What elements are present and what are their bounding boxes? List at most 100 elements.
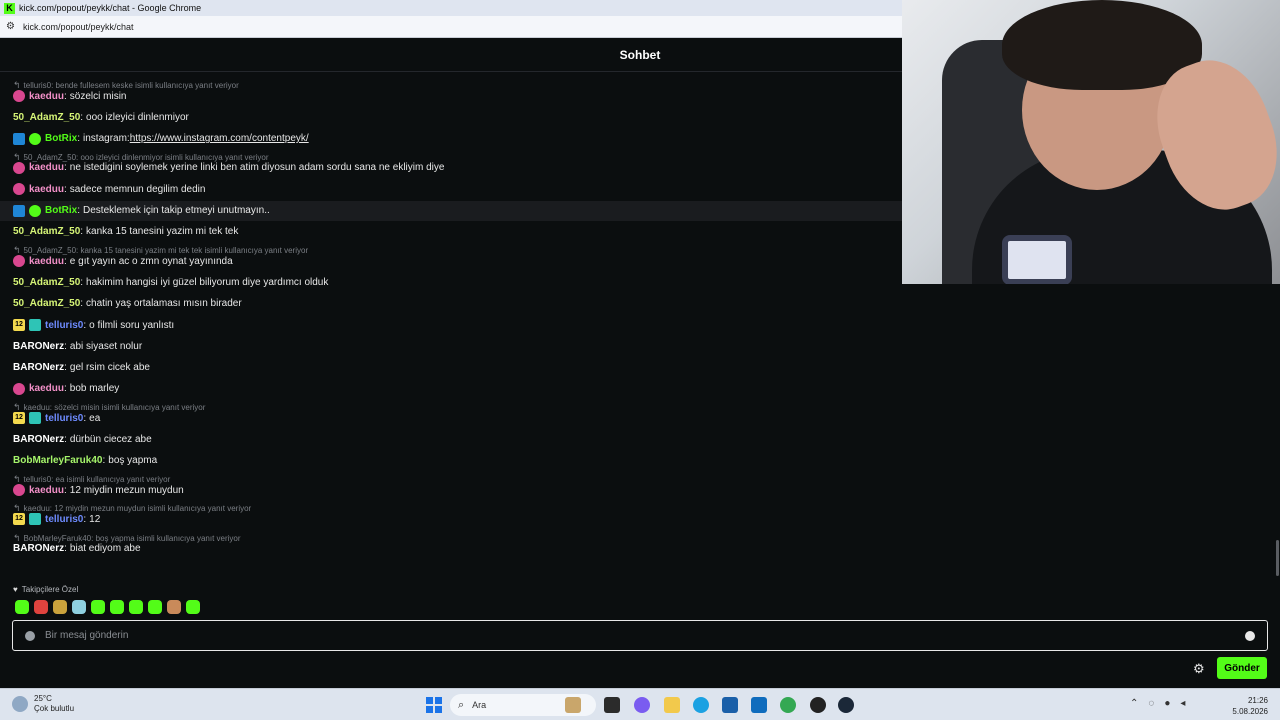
chat-username[interactable]: kaeduu: [29, 485, 64, 496]
emote-icon[interactable]: [34, 600, 48, 614]
chat-message[interactable]: BARONerz: biat ediyom abe: [0, 539, 902, 559]
chat-scrollbar[interactable]: [1276, 540, 1279, 576]
taskbar-app-steam-icon[interactable]: [838, 697, 854, 713]
emote-bar[interactable]: [15, 600, 200, 614]
taskbar-app-edge-icon[interactable]: [693, 697, 709, 713]
chat-username[interactable]: 50_AdamZ_50: [13, 298, 80, 309]
network-icon[interactable]: ◌: [1148, 698, 1154, 709]
taskbar-app-terminal-icon[interactable]: [604, 697, 620, 713]
taskbar-app-copilot-icon[interactable]: [634, 697, 650, 713]
chat-message[interactable]: kaeduu:12 miydin mezun muydun: [0, 480, 902, 500]
chat-username[interactable]: kaeduu: [29, 256, 64, 267]
bot-badge-icon[interactable]: [13, 132, 25, 145]
chat-username[interactable]: BobMarleyFaruk40: [13, 455, 102, 466]
emote-icon[interactable]: [110, 600, 124, 614]
site-settings-icon[interactable]: ⚙: [6, 21, 15, 32]
chat-message[interactable]: kaeduu: e gıt yayın ac o zmn oynat yayını…: [0, 251, 902, 271]
chat-username[interactable]: telluris0: [45, 514, 83, 525]
start-button-icon[interactable]: [426, 697, 442, 713]
clock[interactable]: 21:26 5.08.2026: [1230, 695, 1268, 717]
verified-badge-icon[interactable]: [29, 204, 41, 217]
microphone-icon[interactable]: ●: [1164, 698, 1170, 709]
chat-username[interactable]: BARONerz: [13, 434, 64, 445]
chat-username[interactable]: BARONerz: [13, 362, 64, 373]
emote-icon[interactable]: [91, 600, 105, 614]
chat-message[interactable]: 12 telluris0: o filmli soru yanlıstı: [0, 315, 902, 335]
chat-message[interactable]: 50_AdamZ_50: kanka 15 tanesini yazim mi t…: [0, 222, 902, 242]
chat-message-list[interactable]: ↰ telluris0: bende fullesem keske isimli …: [0, 72, 902, 582]
chat-message-text: ne istedigini soylemek yerine linki ben …: [69, 162, 445, 174]
chat-username[interactable]: kaeduu: [29, 91, 64, 102]
bot-badge-icon[interactable]: [13, 204, 25, 217]
teal-badge-icon[interactable]: [29, 319, 41, 331]
chat-message[interactable]: 50_AdamZ_50: chatin yaş ortalaması mısın …: [0, 294, 902, 314]
taskbar-app-media-icon[interactable]: [810, 697, 826, 713]
chat-message[interactable]: kaeduu: sadece memnun degilim dedin: [0, 179, 902, 199]
chat-message[interactable]: kaeduu: ne istedigini soylemek yerine lin…: [0, 158, 902, 178]
verified-badge-icon[interactable]: [29, 132, 41, 145]
taskbar-app-widgets-icon[interactable]: [565, 697, 581, 713]
chat-message[interactable]: BobMarleyFaruk40: boş yapma: [0, 451, 902, 471]
chevron-up-icon[interactable]: ⌃: [1130, 698, 1138, 709]
taskbar-app-explorer-icon[interactable]: [664, 697, 680, 713]
chat-message[interactable]: BotRix: instagram: https://www.instagram.…: [0, 129, 902, 149]
chat-message[interactable]: BARONerz: abi siyaset nolur: [0, 336, 902, 356]
chat-message[interactable]: kaeduu: sözelci misin: [0, 86, 902, 106]
chat-username[interactable]: telluris0: [45, 413, 83, 424]
chat-username[interactable]: BARONerz: [13, 543, 64, 554]
chat-message[interactable]: BotRix: Desteklemek için takip etmeyi unu…: [0, 200, 902, 221]
address-bar[interactable]: ⚙ kick.com/popout/peykk/chat: [0, 16, 902, 38]
chat-message[interactable]: 12 telluris0: ea: [0, 408, 902, 428]
chat-username[interactable]: 50_AdamZ_50: [13, 277, 80, 288]
send-button[interactable]: Gönder: [1217, 657, 1267, 679]
chat-username[interactable]: kaeduu: [29, 184, 64, 195]
sub-badge-icon[interactable]: [13, 382, 25, 395]
chat-message-link[interactable]: https://www.instagram.com/contentpeyk/: [130, 133, 309, 144]
chat-message-text: ooo izleyici dinlenmiyor: [86, 111, 189, 123]
emote-icon[interactable]: [167, 600, 181, 614]
emote-icon[interactable]: [53, 600, 67, 614]
chat-message[interactable]: BARONerz: dürbün ciecez abe: [0, 430, 902, 450]
teal-badge-icon[interactable]: [29, 513, 41, 526]
chat-username[interactable]: BotRix: [45, 133, 77, 144]
emote-icon[interactable]: [186, 600, 200, 614]
sub-badge-icon[interactable]: [13, 255, 25, 268]
emote-icon[interactable]: [72, 600, 86, 614]
chat-username[interactable]: 50_AdamZ_50: [13, 112, 80, 123]
chat-username[interactable]: kaeduu: [29, 162, 64, 173]
volume-icon[interactable]: ◂: [1180, 698, 1185, 709]
chat-message[interactable]: 50_AdamZ_50: ooo izleyici dinlenmiyor: [0, 107, 902, 127]
emote-icon[interactable]: [129, 600, 143, 614]
weather-temp: 25°C: [34, 694, 52, 703]
chat-settings-gear-icon[interactable]: ⚙: [1193, 661, 1205, 677]
sub-badge-icon[interactable]: [13, 90, 25, 102]
url-text[interactable]: kick.com/popout/peykk/chat: [23, 22, 134, 32]
weather-widget[interactable]: 25°C Çok bulutlu: [12, 694, 74, 714]
emote-icon[interactable]: [148, 600, 162, 614]
username-colon: :: [64, 90, 67, 102]
chat-message[interactable]: 12 telluris0:12: [0, 509, 902, 529]
sub-badge-icon[interactable]: [13, 161, 25, 174]
chat-input-box[interactable]: [12, 620, 1268, 651]
yellow-badge-icon[interactable]: 12: [13, 513, 25, 526]
sub-badge-icon[interactable]: [13, 183, 25, 196]
chat-username[interactable]: telluris0: [45, 320, 83, 331]
yellow-badge-icon[interactable]: 12: [13, 319, 25, 331]
chat-message[interactable]: kaeduu: bob marley: [0, 379, 902, 399]
yellow-badge-icon[interactable]: 12: [13, 412, 25, 425]
chat-message[interactable]: BARONerz: gel rsim cicek abe: [0, 358, 902, 378]
chat-username[interactable]: BARONerz: [13, 341, 64, 352]
emote-icon[interactable]: [15, 600, 29, 614]
chat-message[interactable]: 50_AdamZ_50: hakimim hangisi iyi güzel bi…: [0, 272, 902, 292]
taskbar-app-chrome-icon[interactable]: [780, 697, 796, 713]
emoji-picker-icon[interactable]: [1245, 630, 1255, 641]
system-tray[interactable]: ⌃ ◌ ● ◂: [1130, 698, 1185, 709]
chat-message-input[interactable]: [45, 630, 1245, 641]
taskbar-app-store-icon[interactable]: [722, 697, 738, 713]
sub-badge-icon[interactable]: [13, 484, 25, 497]
teal-badge-icon[interactable]: [29, 412, 41, 425]
chat-username[interactable]: BotRix: [45, 205, 77, 216]
chat-username[interactable]: kaeduu: [29, 383, 64, 394]
chat-username[interactable]: 50_AdamZ_50: [13, 226, 80, 237]
taskbar-app-outlook-icon[interactable]: [751, 697, 767, 713]
